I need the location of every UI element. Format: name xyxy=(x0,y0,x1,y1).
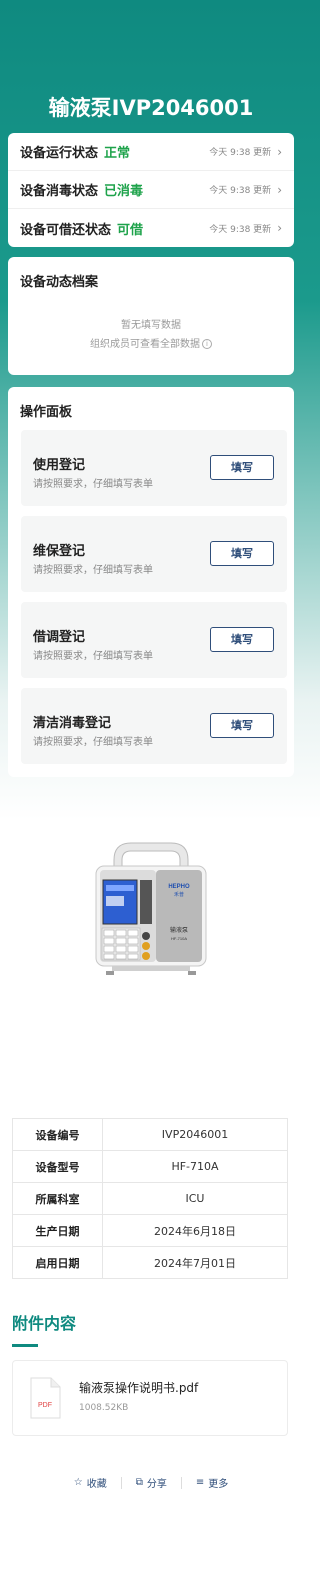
status-label: 设备消毒状态 xyxy=(20,184,99,199)
file-name: 输液泵操作说明书.pdf xyxy=(79,1381,199,1395)
op-title: 清洁消毒登记 xyxy=(33,716,112,731)
title-underline xyxy=(12,1344,38,1347)
op-usage-register: 使用登记 请按照要求，仔细填写表单 填写 xyxy=(21,430,287,506)
status-label: 设备可借还状态 xyxy=(20,222,112,238)
pdf-label: PDF xyxy=(38,1402,52,1409)
more-label: 更多 xyxy=(208,1479,229,1490)
op-title: 借调登记 xyxy=(33,630,86,645)
archive-card: 设备动态档案 暂无填写数据 组织成员可查看全部数据 i xyxy=(8,257,294,375)
status-label: 设备运行状态 xyxy=(20,146,99,161)
favorite-button[interactable]: ☆ 收藏 xyxy=(60,1475,121,1490)
op-subtitle: 请按照要求，仔细填写表单 xyxy=(33,651,153,662)
attachment-item[interactable]: PDF 输液泵操作说明书.pdf 1008.52KB xyxy=(12,1360,288,1436)
spec-key: 设备编号 xyxy=(12,1118,103,1151)
chevron-right-icon: › xyxy=(277,144,282,159)
spec-key: 启用日期 xyxy=(12,1246,103,1279)
status-row-lendable[interactable]: 设备可借还状态 可借 今天 9:38 更新 › xyxy=(8,209,294,247)
table-row: 所属科室 ICU xyxy=(12,1182,288,1215)
ops-panel: 操作面板 使用登记 请按照要求，仔细填写表单 填写 维保登记 请按照要求，仔细填… xyxy=(8,387,294,777)
spec-value: IVP2046001 xyxy=(102,1118,288,1151)
op-transfer-register: 借调登记 请按照要求，仔细填写表单 填写 xyxy=(21,602,287,678)
menu-icon: ≡ xyxy=(195,1477,205,1488)
status-row-disinfection[interactable]: 设备消毒状态 已消毒 今天 9:38 更新 › xyxy=(8,171,294,209)
ops-title: 操作面板 xyxy=(20,405,73,420)
empty-message: 暂无填写数据 xyxy=(121,320,181,331)
status-row-running[interactable]: 设备运行状态 正常 今天 9:38 更新 › xyxy=(8,133,294,171)
status-value: 已消毒 xyxy=(104,184,144,199)
status-time: 今天 9:38 更新 xyxy=(209,224,272,235)
device-image: HEPHO 禾普 输液泵 HF-710A xyxy=(95,842,207,975)
file-size: 1008.52KB xyxy=(79,1403,129,1413)
chevron-right-icon: › xyxy=(277,182,282,197)
device-model: HF-710A xyxy=(171,936,187,941)
favorite-label: 收藏 xyxy=(86,1479,107,1490)
share-button[interactable]: ⧉ 分享 xyxy=(122,1475,181,1490)
pdf-file-icon: PDF xyxy=(30,1377,61,1419)
op-title: 维保登记 xyxy=(33,544,86,559)
empty-hint: 组织成员可查看全部数据 i xyxy=(8,335,294,350)
status-value: 正常 xyxy=(104,146,131,161)
op-cleaning-register: 清洁消毒登记 请按照要求，仔细填写表单 填写 xyxy=(21,688,287,764)
empty-hint-text: 组织成员可查看全部数据 xyxy=(90,339,200,350)
chevron-right-icon: › xyxy=(277,221,282,235)
info-icon[interactable]: i xyxy=(202,339,212,349)
spec-key: 设备型号 xyxy=(12,1150,103,1183)
op-subtitle: 请按照要求，仔细填写表单 xyxy=(33,737,153,748)
fill-button[interactable]: 填写 xyxy=(210,541,274,566)
star-icon: ☆ xyxy=(73,1477,83,1488)
status-time: 今天 9:38 更新 xyxy=(209,186,272,196)
spec-value: ICU xyxy=(102,1182,288,1215)
share-icon: ⧉ xyxy=(135,1477,143,1488)
op-subtitle: 请按照要求，仔细填写表单 xyxy=(33,565,153,576)
table-row: 生产日期 2024年6月18日 xyxy=(12,1214,288,1247)
status-value: 可借 xyxy=(117,222,144,238)
table-row: 设备型号 HF-710A xyxy=(12,1150,288,1183)
fill-button[interactable]: 填写 xyxy=(210,627,274,652)
page-title: 输液泵IVP2046001 xyxy=(48,96,254,120)
spec-key: 所属科室 xyxy=(12,1182,103,1215)
more-button[interactable]: ≡ 更多 xyxy=(182,1475,242,1490)
op-maintenance-register: 维保登记 请按照要求，仔细填写表单 填写 xyxy=(21,516,287,592)
bottom-actions: ☆ 收藏 ⧉ 分享 ≡ 更多 xyxy=(0,1475,302,1490)
status-card: 设备运行状态 正常 今天 9:38 更新 › 设备消毒状态 已消毒 今天 9:3… xyxy=(8,133,294,247)
fill-button[interactable]: 填写 xyxy=(210,455,274,480)
fill-button[interactable]: 填写 xyxy=(210,713,274,738)
spec-key: 生产日期 xyxy=(12,1214,103,1247)
spec-value: 2024年6月18日 xyxy=(102,1214,288,1247)
device-brand-cn: 禾普 xyxy=(174,891,184,898)
op-subtitle: 请按照要求，仔细填写表单 xyxy=(33,479,153,490)
status-time: 今天 9:38 更新 xyxy=(209,148,272,158)
spec-value: HF-710A xyxy=(102,1150,288,1183)
archive-title: 设备动态档案 xyxy=(20,275,99,290)
table-row: 启用日期 2024年7月01日 xyxy=(12,1246,288,1279)
device-brand: HEPHO xyxy=(168,884,190,890)
op-title: 使用登记 xyxy=(33,458,86,473)
table-row: 设备编号 IVP2046001 xyxy=(12,1118,288,1151)
device-label: 输液泵 xyxy=(170,926,188,934)
attachments-title: 附件内容 xyxy=(12,1314,77,1333)
spec-table: 设备编号 IVP2046001 设备型号 HF-710A 所属科室 ICU 生产… xyxy=(12,1118,288,1279)
spec-value: 2024年7月01日 xyxy=(102,1246,288,1279)
share-label: 分享 xyxy=(146,1479,167,1490)
